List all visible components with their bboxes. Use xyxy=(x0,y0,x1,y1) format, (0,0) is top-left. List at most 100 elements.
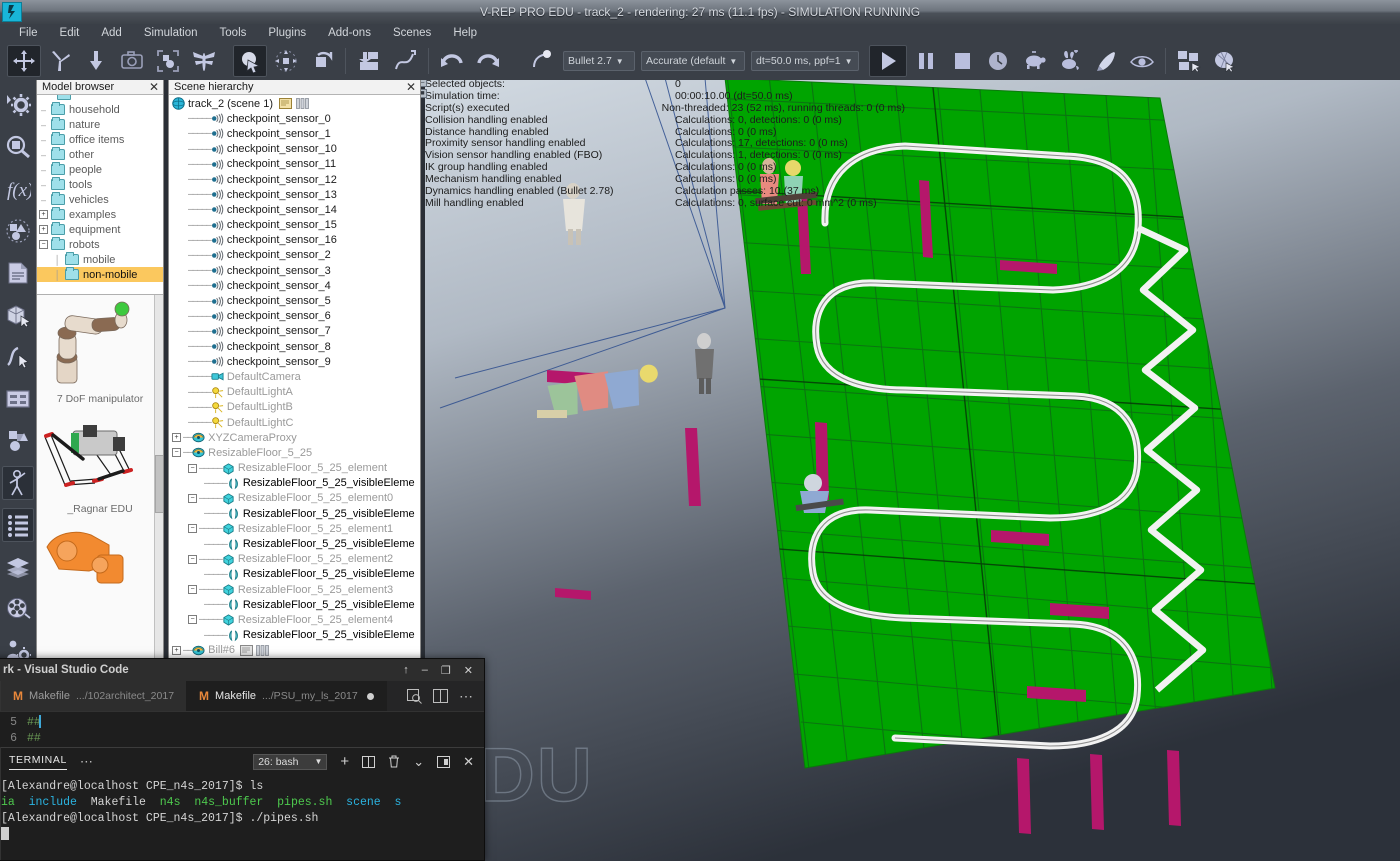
menu-add[interactable]: Add xyxy=(90,27,132,39)
scene-hierarchy-row[interactable]: ––––– checkpoint_sensor_5 xyxy=(169,293,420,308)
scene-hierarchy-row[interactable]: ––––– checkpoint_sensor_14 xyxy=(169,202,420,217)
slow-down-turtle-icon[interactable] xyxy=(1017,45,1051,77)
model-thumb-7dof-manipulator[interactable] xyxy=(37,295,163,391)
custom-ui-icon[interactable] xyxy=(2,382,34,416)
bill-human-icon[interactable] xyxy=(2,466,34,500)
terminal-instance-select[interactable]: 26: bash ▼ xyxy=(253,753,328,770)
model-browser-folder-non-mobile[interactable]: │ non-mobile xyxy=(37,267,163,282)
split-terminal-icon[interactable] xyxy=(362,755,376,768)
video-recorder-icon[interactable] xyxy=(2,592,34,626)
scene-hierarchy-row[interactable]: + –– XYZCameraProxy xyxy=(169,430,420,445)
visualize-eye-icon[interactable] xyxy=(1125,45,1159,77)
close-button[interactable]: ✕ xyxy=(464,664,473,677)
close-icon[interactable]: ✕ xyxy=(149,81,159,93)
scene-hierarchy-row[interactable]: ––––– ResizableFloor_5_25_visibleEleme xyxy=(169,597,420,612)
redo-icon[interactable] xyxy=(471,45,505,77)
collapse-icon[interactable]: − xyxy=(172,448,181,458)
scene-hierarchy-row[interactable]: − ––––– ResizableFloor_5_25_element xyxy=(169,461,420,476)
terminal-panel-tab[interactable]: TERMINAL xyxy=(9,754,67,770)
scene-hierarchy-row[interactable]: ––––– DefaultLightB xyxy=(169,400,420,415)
model-browser-folder-tools[interactable]: – tools xyxy=(37,177,163,192)
scene-object-properties-icon[interactable] xyxy=(2,88,34,122)
object-rotate-icon[interactable] xyxy=(43,45,77,77)
scene-hierarchy-row[interactable]: ––––– ResizableFloor_5_25_visibleEleme xyxy=(169,567,420,582)
scene-script-icon[interactable] xyxy=(278,98,292,110)
rotate-view-icon[interactable] xyxy=(305,45,339,77)
precision-select[interactable]: Accurate (default ▼ xyxy=(641,51,745,71)
scene-hierarchy-row[interactable]: ––––– checkpoint_sensor_0 xyxy=(169,111,420,126)
scene-hierarchy-row[interactable]: ––––– checkpoint_sensor_6 xyxy=(169,309,420,324)
close-panel-icon[interactable]: ✕ xyxy=(463,754,474,770)
expand-icon[interactable]: + xyxy=(172,433,181,443)
start-simulation-button[interactable] xyxy=(869,45,907,77)
maximize-panel-icon[interactable] xyxy=(437,755,451,768)
maximize-button[interactable]: ❐ xyxy=(441,664,451,677)
collapse-icon[interactable]: − xyxy=(188,585,197,595)
realtime-clock-icon[interactable] xyxy=(981,45,1015,77)
model-browser-scrollbar[interactable] xyxy=(154,295,163,659)
path-edit-mode-icon[interactable] xyxy=(2,340,34,374)
expand-icon[interactable]: + xyxy=(39,225,48,234)
assemble-icon[interactable] xyxy=(352,45,386,77)
terminal-output[interactable]: [Alexandre@localhost CPE_n4s_2017]$ ls i… xyxy=(0,775,484,860)
model-thumb-orange-robot[interactable] xyxy=(37,521,163,585)
scene-hierarchy-row[interactable]: ––––– DefaultLightC xyxy=(169,415,420,430)
scene-hierarchy-row[interactable]: ––––– checkpoint_sensor_9 xyxy=(169,354,420,369)
model-browser-folder-equipment[interactable]: + equipment xyxy=(37,222,163,237)
object-shift-icon[interactable] xyxy=(7,45,41,77)
editor-tab-psu-my-ls[interactable]: M Makefile .../PSU_my_ls_2017 xyxy=(187,681,387,711)
scene-hierarchy-row[interactable]: ––––– ResizableFloor_5_25_visibleEleme xyxy=(169,536,420,551)
scene-hierarchy-row[interactable]: ––––– ResizableFloor_5_25_visibleEleme xyxy=(169,628,420,643)
object-drop-icon[interactable] xyxy=(79,45,113,77)
scene-hierarchy-toggle-icon[interactable] xyxy=(2,508,34,542)
path-edit-icon[interactable] xyxy=(388,45,422,77)
editor-tab-102architect[interactable]: M Makefile .../102architect_2017 xyxy=(1,681,188,711)
scene-hierarchy-row[interactable]: ––––– checkpoint_sensor_2 xyxy=(169,248,420,263)
scene-hierarchy-row[interactable]: + –– Bill#6 xyxy=(169,643,420,658)
expand-icon[interactable]: + xyxy=(172,645,181,655)
model-thumb-ragnar-edu[interactable] xyxy=(37,411,163,501)
scene-hierarchy-row[interactable]: ––––– DefaultLightA xyxy=(169,385,420,400)
script-editor-icon[interactable] xyxy=(2,256,34,290)
scene-hierarchy-row[interactable]: ––––– ResizableFloor_5_25_visibleEleme xyxy=(169,506,420,521)
menu-help[interactable]: Help xyxy=(442,27,488,39)
close-icon[interactable]: ✕ xyxy=(406,81,416,93)
collapse-icon[interactable]: − xyxy=(188,463,197,473)
split-preview-icon[interactable] xyxy=(407,688,422,704)
model-browser-folder-people[interactable]: – people xyxy=(37,162,163,177)
physics-engine-select[interactable]: Bullet 2.7 ▼ xyxy=(563,51,635,71)
model-browser-folder-examples[interactable]: + examples xyxy=(37,207,163,222)
scene-hierarchy-tree[interactable]: track_2 (scene 1) ––––– checkpoint_sensor… xyxy=(169,95,420,659)
vscode-editor-area[interactable]: 5 ## 6 ## xyxy=(0,711,484,747)
view-selector-icon[interactable] xyxy=(1208,45,1242,77)
scrollbar-thumb[interactable] xyxy=(155,455,163,514)
scene-root-row[interactable]: track_2 (scene 1) xyxy=(169,96,420,111)
scene-hierarchy-row[interactable]: ––––– checkpoint_sensor_16 xyxy=(169,233,420,248)
menu-edit[interactable]: Edit xyxy=(49,27,91,39)
collapse-icon[interactable]: − xyxy=(188,493,197,503)
menu-tools[interactable]: Tools xyxy=(209,27,258,39)
scene-hierarchy-row[interactable]: ––––– checkpoint_sensor_3 xyxy=(169,263,420,278)
stop-simulation-button[interactable] xyxy=(945,45,979,77)
model-browser-previews[interactable]: 7 DoF manipulator _Ragnar EDU xyxy=(37,295,163,659)
menu-scenes[interactable]: Scenes xyxy=(382,27,442,39)
vscode-activity-bar[interactable]: ⋮ xyxy=(0,681,1,860)
object-model-icon[interactable] xyxy=(256,644,270,656)
model-browser-folder-other[interactable]: – other xyxy=(37,147,163,162)
chevron-down-icon[interactable]: ⌄ xyxy=(413,754,424,770)
model-browser-folder-vehicles[interactable]: – vehicles xyxy=(37,192,163,207)
model-browser-folder-robots[interactable]: − robots xyxy=(37,237,163,252)
model-browser-folder-nature[interactable]: – nature xyxy=(37,117,163,132)
collapse-icon[interactable]: − xyxy=(188,524,197,534)
scene-hierarchy-row[interactable]: ––––– checkpoint_sensor_7 xyxy=(169,324,420,339)
page-select-icon[interactable] xyxy=(269,45,303,77)
speed-up-rabbit-icon[interactable] xyxy=(1053,45,1087,77)
scene-hierarchy-row[interactable]: ––––– checkpoint_sensor_10 xyxy=(169,142,420,157)
panel-more-icon[interactable]: ⋯ xyxy=(80,754,93,770)
scene-hierarchy-row[interactable]: ––––– checkpoint_sensor_11 xyxy=(169,157,420,172)
expand-icon[interactable]: + xyxy=(39,210,48,219)
split-editor-icon[interactable] xyxy=(433,689,448,703)
scene-hierarchy-row[interactable]: − ––––– ResizableFloor_5_25_element3 xyxy=(169,582,420,597)
menu-simulation[interactable]: Simulation xyxy=(133,27,209,39)
object-script-icon[interactable] xyxy=(240,644,254,656)
